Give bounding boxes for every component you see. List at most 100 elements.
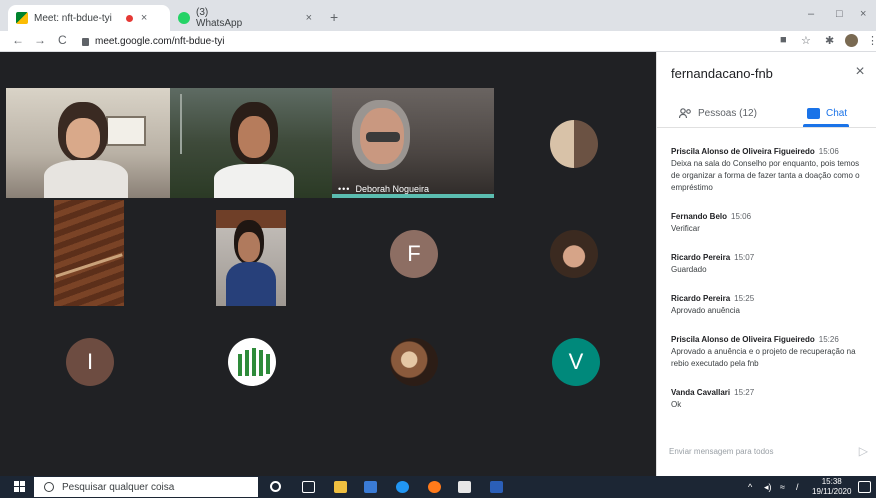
taskbar-search-input[interactable]: Pesquisar qualquer coisa xyxy=(34,477,258,497)
participant-avatar-logo[interactable] xyxy=(228,338,276,386)
chat-message: Ricardo Pereira 15:25 Aprovado anuência xyxy=(671,293,869,317)
video-tile[interactable] xyxy=(6,88,170,198)
tab-chat-label: Chat xyxy=(826,107,848,119)
speaker-name: Deborah Nogueira xyxy=(355,184,429,194)
puzzle-icon[interactable]: ✱ xyxy=(825,34,834,47)
avatar-letter: I xyxy=(86,349,94,374)
message-time: 15:26 xyxy=(818,335,839,344)
url-text: meet.google.com/nft-bdue-tyi xyxy=(95,36,225,47)
volume-icon[interactable]: ◂) xyxy=(764,482,772,493)
audio-level-icon: ••• xyxy=(338,184,351,194)
search-icon xyxy=(44,482,54,492)
taskbar: Pesquisar qualquer coisa ^ ◂) ≈ / 15:38 … xyxy=(0,476,876,498)
side-panel: fernandacano-fnb × Pessoas (12) Chat Pri… xyxy=(656,52,876,476)
message-time: 15:06 xyxy=(731,212,752,221)
notifications-icon[interactable] xyxy=(858,481,871,493)
file-explorer-icon[interactable] xyxy=(334,481,347,493)
meet-favicon-icon xyxy=(16,12,28,24)
participant-avatar-letter[interactable]: I xyxy=(66,338,114,386)
star-icon[interactable]: ☆ xyxy=(801,34,811,47)
video-tile[interactable] xyxy=(216,210,286,306)
message-sender: Vanda Cavallari xyxy=(671,388,731,397)
lock-icon xyxy=(82,37,89,46)
address-bar[interactable]: meet.google.com/nft-bdue-tyi xyxy=(82,33,225,50)
minimize-button[interactable]: – xyxy=(808,8,814,20)
message-text: Aprovado a anuência e o projeto de recup… xyxy=(671,347,856,368)
taskbar-clock[interactable]: 15:38 19/11/2020 xyxy=(812,477,851,497)
word-icon[interactable] xyxy=(490,481,503,493)
back-button[interactable]: ← xyxy=(12,33,24,47)
clock-time: 15:38 xyxy=(821,477,842,486)
participant-avatar-photo[interactable] xyxy=(550,120,598,168)
store-icon[interactable] xyxy=(458,481,471,493)
chat-message: Ricardo Pereira 15:07 Guardado xyxy=(671,252,869,276)
video-tile[interactable] xyxy=(54,200,124,306)
search-placeholder: Pesquisar qualquer coisa xyxy=(62,481,175,493)
reload-button[interactable]: C xyxy=(58,33,67,47)
tab-chat[interactable]: Chat xyxy=(807,102,847,124)
message-text: Aprovado anuência xyxy=(671,306,740,315)
forward-button[interactable]: → xyxy=(34,33,46,47)
chat-message: Priscila Alonso de Oliveira Figueiredo 15… xyxy=(671,146,869,194)
tab-close-button[interactable]: × xyxy=(141,12,147,24)
message-time: 15:27 xyxy=(734,388,755,397)
message-time: 15:06 xyxy=(818,147,839,156)
video-tile-speaking[interactable]: ••• Deborah Nogueira xyxy=(332,88,494,198)
leaf-logo-icon xyxy=(238,348,270,376)
message-sender: Fernando Belo xyxy=(671,212,728,221)
avatar-letter: V xyxy=(568,349,584,374)
edge-icon[interactable] xyxy=(396,481,409,493)
screen: Meet: nft-bdue-tyi × (3) WhatsApp × + – … xyxy=(0,0,876,498)
video-tile[interactable] xyxy=(170,88,332,198)
meeting-code: fernandacano-fnb xyxy=(671,66,773,81)
browser-tab-strip: Meet: nft-bdue-tyi × (3) WhatsApp × + – … xyxy=(0,0,876,31)
menu-icon[interactable]: ⋮ xyxy=(867,34,876,47)
tray-chevron-icon[interactable]: ^ xyxy=(748,482,752,492)
people-icon xyxy=(679,107,691,118)
chat-message: Fernando Belo 15:06 Verificar xyxy=(671,211,869,235)
message-text: Ok xyxy=(671,400,682,409)
speaker-name-tag: ••• Deborah Nogueira xyxy=(338,184,429,194)
tab-whatsapp[interactable]: (3) WhatsApp × xyxy=(170,5,320,31)
close-panel-button[interactable]: × xyxy=(850,62,870,82)
task-view-icon[interactable] xyxy=(302,481,315,493)
message-sender: Priscila Alonso de Oliveira Figueiredo xyxy=(671,147,815,156)
avatar-letter: F xyxy=(407,241,421,266)
participant-avatar-photo[interactable] xyxy=(390,338,438,386)
message-text: Verificar xyxy=(671,224,700,233)
meeting-grid: ••• Deborah Nogueira F I V xyxy=(0,52,656,476)
recording-dot-icon xyxy=(125,14,133,22)
new-tab-button[interactable]: + xyxy=(330,9,338,25)
mail-icon[interactable] xyxy=(364,481,377,493)
message-sender: Ricardo Pereira xyxy=(671,253,731,262)
chat-message: Vanda Cavallari 15:27 Ok xyxy=(671,387,869,411)
windows-start-icon[interactable] xyxy=(14,481,26,493)
close-window-button[interactable]: × xyxy=(860,8,866,20)
cortana-icon[interactable] xyxy=(270,481,281,492)
network-icon[interactable]: ≈ xyxy=(780,482,785,492)
chat-input[interactable]: Enviar mensagem para todos xyxy=(669,447,774,456)
firefox-icon[interactable] xyxy=(428,481,441,493)
participant-avatar-letter[interactable]: V xyxy=(552,338,600,386)
message-text: Guardado xyxy=(671,265,707,274)
whatsapp-favicon-icon xyxy=(178,12,190,24)
participant-avatar-photo[interactable] xyxy=(550,230,598,278)
participant-avatar-letter[interactable]: F xyxy=(390,230,438,278)
maximize-button[interactable]: □ xyxy=(836,8,843,20)
message-text: Deixa na sala do Conselho por enquanto, … xyxy=(671,159,860,192)
profile-avatar[interactable] xyxy=(845,34,858,47)
chat-messages: Priscila Alonso de Oliveira Figueiredo 15… xyxy=(671,146,869,428)
clock-date: 19/11/2020 xyxy=(812,487,852,496)
send-icon[interactable]: ▷ xyxy=(859,444,868,458)
message-sender: Ricardo Pereira xyxy=(671,294,731,303)
message-sender: Priscila Alonso de Oliveira Figueiredo xyxy=(671,335,815,344)
tab-title: (3) WhatsApp xyxy=(196,7,243,29)
browser-toolbar: ← → C meet.google.com/nft-bdue-tyi ■ ☆ ✱… xyxy=(0,31,876,52)
message-time: 15:25 xyxy=(734,294,755,303)
tab-close-button[interactable]: × xyxy=(306,12,312,24)
chat-icon xyxy=(807,107,820,119)
tab-meet[interactable]: Meet: nft-bdue-tyi × xyxy=(8,5,170,31)
camera-icon[interactable]: ■ xyxy=(780,34,787,46)
pen-icon[interactable]: / xyxy=(796,482,799,492)
tab-people[interactable]: Pessoas (12) xyxy=(679,102,757,124)
